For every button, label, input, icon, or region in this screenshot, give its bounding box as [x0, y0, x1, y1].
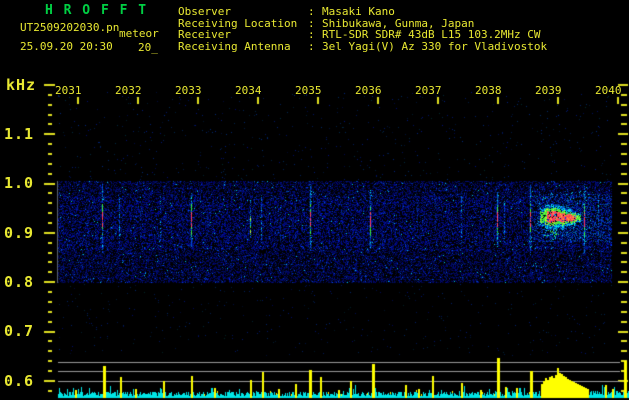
spectrogram-canvas: [0, 0, 629, 400]
x-axis-tick-label: 2038: [475, 84, 502, 97]
info-row-observer: Observer : Masaki Kano: [178, 5, 395, 18]
hrofft-window: H R O F F T UT2509202030.pn meteor 25.09…: [0, 0, 629, 400]
info-row-antenna: Receiving Antenna : 3el Yagi(V) Az 330 f…: [178, 40, 547, 53]
x-axis-tick-label: 2035: [295, 84, 322, 97]
y-axis-tick-label: 1.1: [4, 125, 35, 143]
x-axis-tick-label: 2036: [355, 84, 382, 97]
y-axis-tick-label: 0.8: [4, 273, 35, 291]
y-axis-tick-label: 0.9: [4, 224, 35, 242]
info-separator: :: [308, 39, 315, 53]
info-label: Receiving Antenna: [178, 39, 291, 53]
x-axis-tick-label: 2032: [115, 84, 142, 97]
x-axis-tick-label: 2040: [595, 84, 622, 97]
y-axis-unit-label: kHz: [6, 76, 37, 94]
counter-label: 20_: [138, 41, 158, 54]
datetime-label: 25.09.20 20:30: [20, 40, 113, 53]
x-axis-tick-label: 2034: [235, 84, 262, 97]
app-title: H R O F F T: [45, 3, 148, 18]
y-axis-tick-label: 1.0: [4, 174, 35, 192]
x-axis-tick-label: 2033: [175, 84, 202, 97]
band-label: meteor: [119, 27, 159, 40]
info-row-location: Receiving Location : Shibukawa, Gunma, J…: [178, 17, 474, 30]
info-value: 3el Yagi(V) Az 330 for Vladivostok: [322, 39, 548, 53]
y-axis-tick-label: 0.6: [4, 372, 35, 390]
filename-label: UT2509202030.pn: [20, 21, 120, 34]
y-axis-tick-label: 0.7: [4, 322, 35, 340]
x-axis-tick-label: 2039: [535, 84, 562, 97]
info-row-receiver: Receiver : RTL-SDR SDR# 43dB L15 103.2MH…: [178, 28, 541, 41]
x-axis-tick-label: 2037: [415, 84, 442, 97]
x-axis-tick-label: 2031: [55, 84, 82, 97]
